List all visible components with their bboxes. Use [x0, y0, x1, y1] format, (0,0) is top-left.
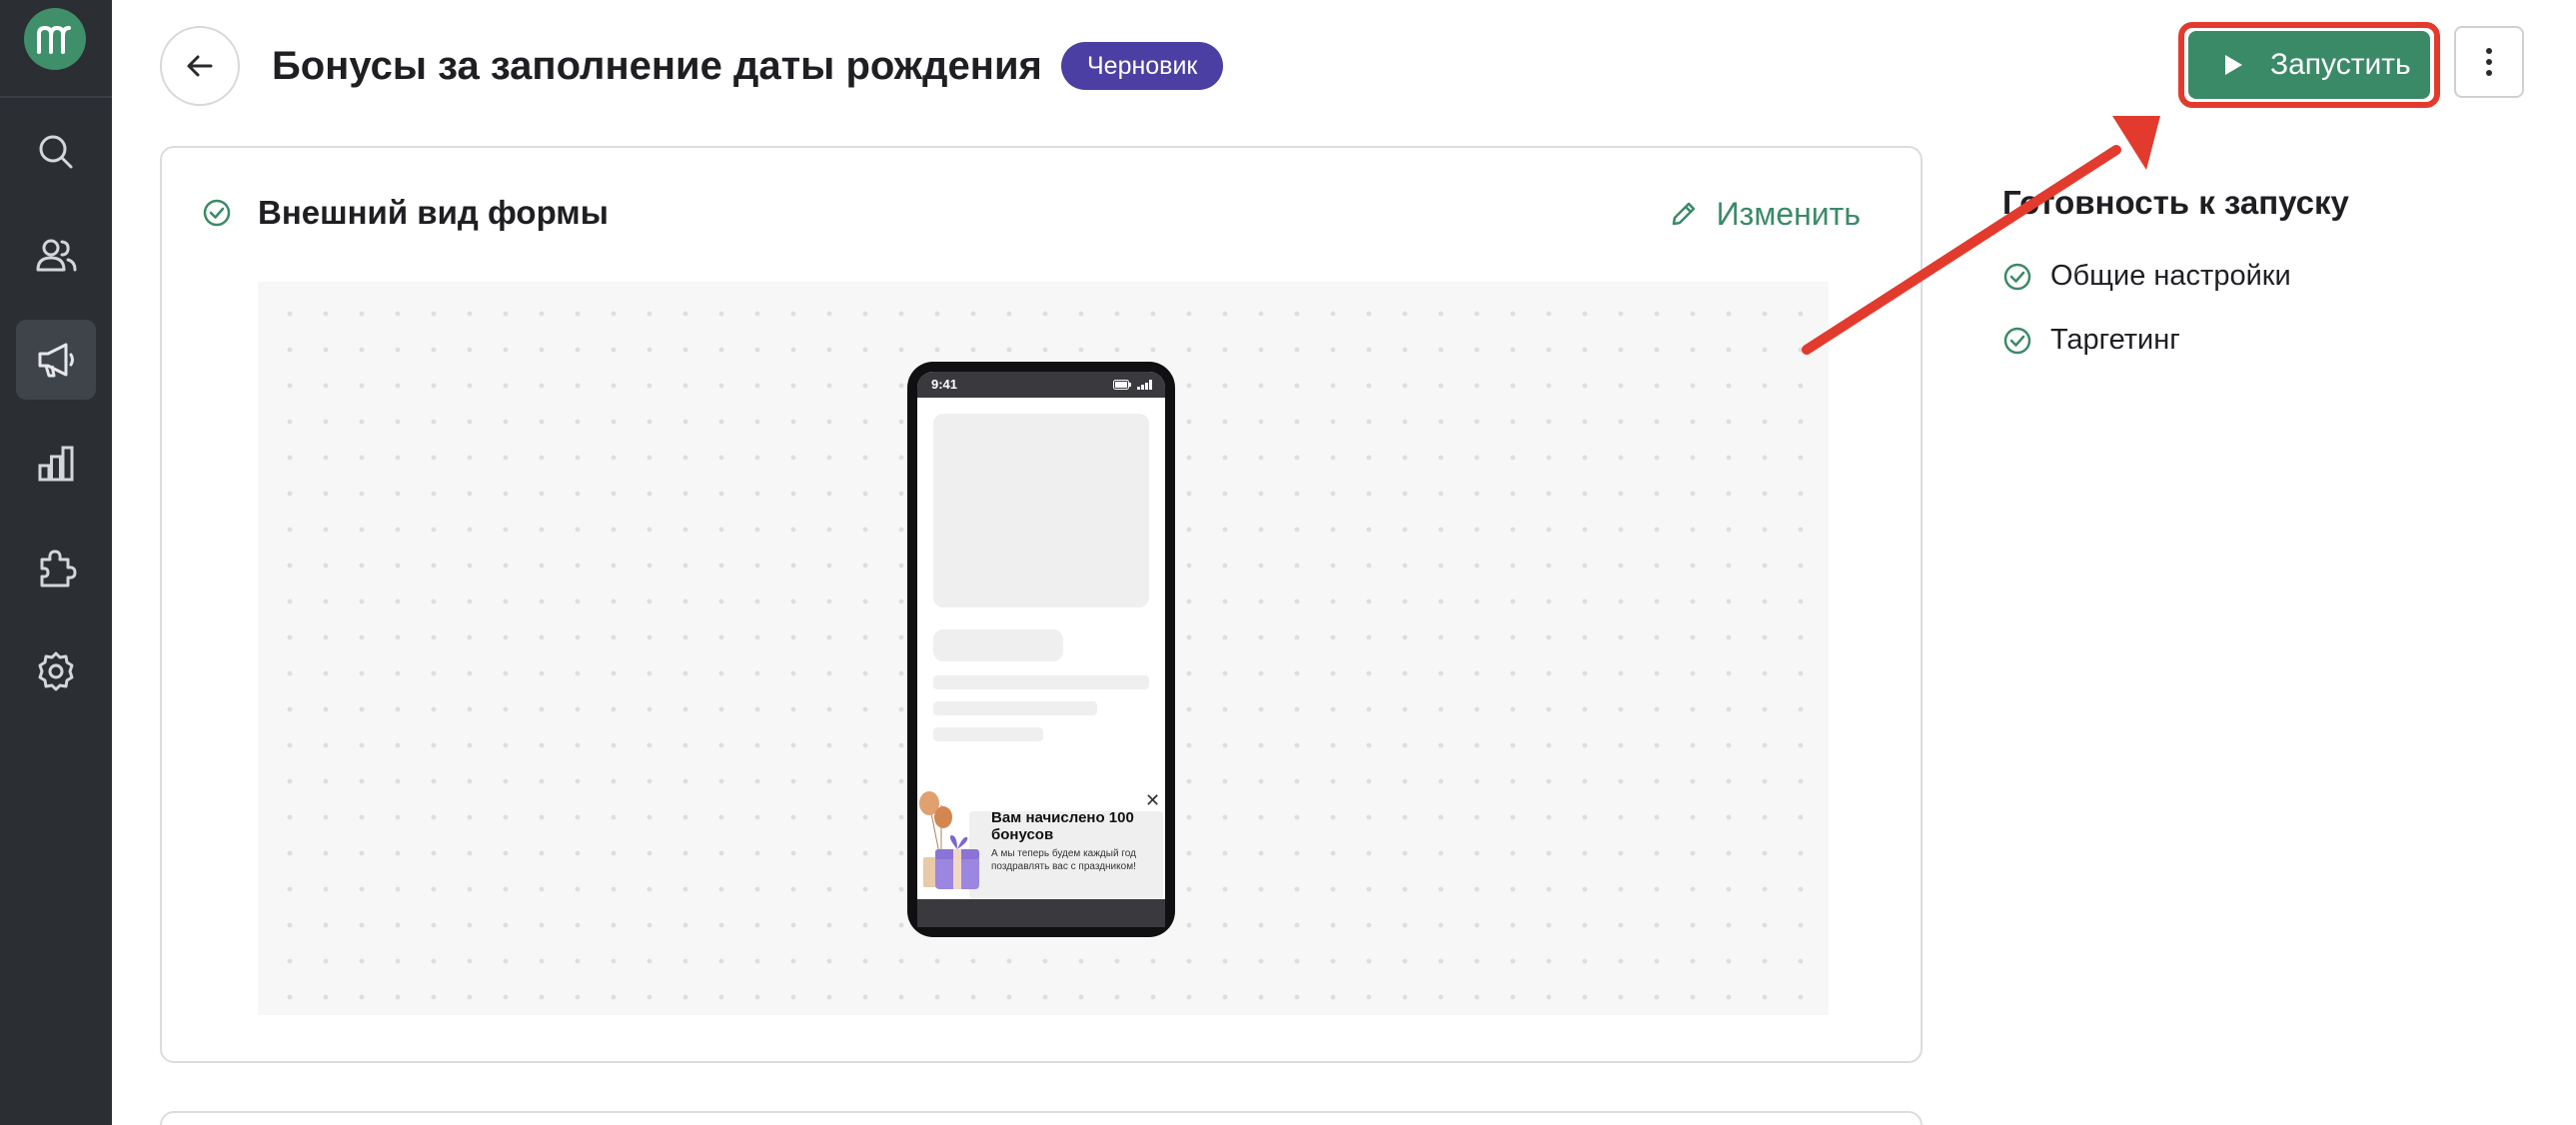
phone-time: 9:41	[931, 377, 958, 392]
gear-icon	[38, 651, 74, 691]
check-circle-icon	[2003, 263, 2031, 290]
sidebar	[0, 0, 112, 1125]
arrow-left-icon	[187, 55, 213, 77]
vertical-dots-icon	[2486, 48, 2492, 76]
popup-close-icon[interactable]: ✕	[1145, 791, 1160, 809]
launch-button-label: Запустить	[2270, 48, 2411, 81]
sidebar-item-search[interactable]	[16, 112, 96, 192]
edit-form-link[interactable]: Изменить	[1669, 194, 1861, 234]
next-settings-card	[160, 1111, 1923, 1125]
play-icon	[2225, 55, 2242, 75]
users-icon	[36, 239, 77, 272]
readiness-item-label: Таргетинг	[2050, 324, 2180, 356]
skeleton-line	[933, 701, 1097, 715]
sidebar-item-analytics[interactable]	[16, 424, 96, 504]
phone-mockup: 9:41 ✕ Вам начислено 100 бонусов А мы те…	[907, 362, 1175, 937]
sidebar-item-integrations[interactable]	[16, 528, 96, 607]
gift-balloons-illustration	[919, 791, 979, 889]
signal-icon	[1137, 380, 1152, 390]
check-circle-icon	[2003, 327, 2031, 354]
skeleton-chip	[933, 629, 1063, 661]
phone-status-bar: 9:41	[917, 372, 1165, 398]
readiness-item-label: Общие настройки	[2050, 260, 2291, 292]
skeleton-line	[933, 727, 1043, 741]
megaphone-icon	[38, 343, 74, 378]
readiness-item-targeting[interactable]: Таргетинг	[2002, 324, 2180, 357]
phone-status-icons	[1113, 380, 1153, 390]
skeleton-image	[933, 414, 1149, 607]
app-root: Бонусы за заполнение даты рождения Черно…	[0, 0, 2576, 1125]
brand-m-icon	[37, 25, 71, 54]
sidebar-item-settings[interactable]	[16, 631, 96, 711]
back-button[interactable]	[160, 26, 240, 106]
card-title: Внешний вид формы	[258, 194, 609, 231]
skeleton-line	[933, 675, 1149, 689]
bonus-popup-text: А мы теперь будем каждый год поздравлять…	[991, 848, 1136, 872]
more-options-button[interactable]	[2454, 26, 2524, 98]
bonus-popup-title: Вам начислено 100 бонусов	[991, 809, 1134, 843]
readiness-item-general[interactable]: Общие настройки	[2002, 260, 2291, 293]
search-icon	[39, 135, 73, 169]
readiness-title: Готовность к запуску	[2002, 184, 2349, 221]
battery-icon	[1113, 380, 1131, 390]
launch-button[interactable]: Запустить	[2188, 31, 2430, 99]
bar-chart-icon	[38, 446, 74, 482]
sidebar-item-campaigns[interactable]	[16, 320, 96, 400]
brand-logo[interactable]	[24, 8, 86, 70]
phone-bottom-bar	[917, 899, 1165, 927]
edit-form-label: Изменить	[1716, 196, 1861, 232]
pencil-icon	[1672, 202, 1695, 226]
check-circle-icon	[203, 199, 231, 227]
puzzle-icon	[40, 550, 77, 587]
sidebar-item-users[interactable]	[16, 216, 96, 296]
status-badge: Черновик	[1061, 42, 1224, 90]
sidebar-divider	[0, 96, 112, 98]
page-title: Бонусы за заполнение даты рождения	[272, 44, 1042, 88]
